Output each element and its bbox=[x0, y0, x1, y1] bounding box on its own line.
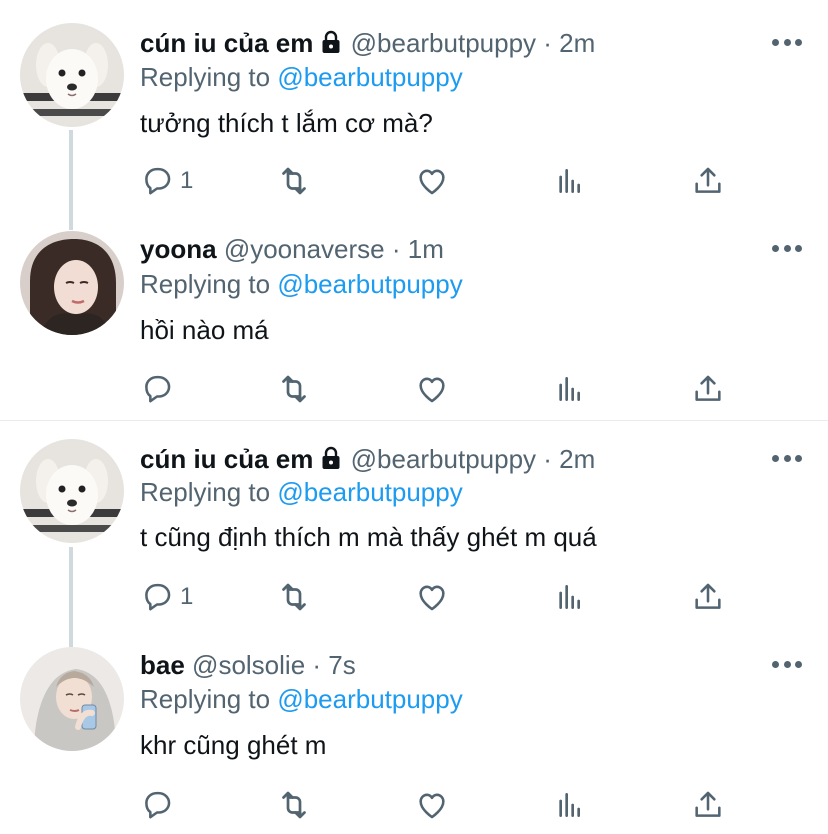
share-icon bbox=[691, 164, 725, 198]
action-bar bbox=[140, 785, 740, 825]
mention-link[interactable]: @bearbutpuppy bbox=[277, 62, 462, 92]
retweet-icon bbox=[276, 163, 312, 199]
mention-link[interactable]: @bearbutpuppy bbox=[277, 684, 462, 714]
share-button[interactable] bbox=[691, 161, 725, 201]
handle-and-time[interactable]: @solsolie · 7s bbox=[192, 650, 356, 680]
puppy-avatar-image bbox=[20, 439, 124, 543]
analytics-button[interactable] bbox=[554, 369, 586, 409]
more-icon[interactable] bbox=[772, 452, 802, 464]
more-icon[interactable] bbox=[772, 36, 802, 48]
reply-icon bbox=[140, 788, 174, 822]
action-bar bbox=[140, 369, 740, 409]
analytics-icon bbox=[554, 580, 586, 614]
reply-count: 1 bbox=[180, 167, 194, 194]
mention-link[interactable]: @bearbutpuppy bbox=[277, 269, 462, 299]
like-button[interactable] bbox=[415, 369, 449, 409]
analytics-button[interactable] bbox=[554, 161, 586, 201]
replying-to: Replying to @bearbutpuppy bbox=[140, 62, 463, 92]
action-bar: 1 bbox=[140, 161, 740, 201]
tweet-text: t cũng định thích m mà thấy ghét m quá bbox=[140, 522, 597, 552]
reply-button[interactable]: 1 bbox=[140, 161, 193, 201]
retweet-button[interactable] bbox=[276, 577, 312, 617]
reply-icon bbox=[140, 580, 174, 614]
retweet-button[interactable] bbox=[276, 785, 312, 825]
like-icon bbox=[415, 164, 449, 198]
replying-to: Replying to @bearbutpuppy bbox=[140, 269, 463, 299]
share-icon bbox=[691, 580, 725, 614]
reply-button[interactable] bbox=[140, 369, 174, 409]
like-icon bbox=[415, 372, 449, 406]
more-icon[interactable] bbox=[772, 658, 802, 670]
avatar[interactable] bbox=[20, 439, 124, 543]
share-icon bbox=[691, 372, 725, 406]
like-button[interactable] bbox=[415, 577, 449, 617]
hoodie-avatar-image bbox=[20, 647, 124, 751]
reply-icon bbox=[140, 372, 174, 406]
replying-label: Replying to bbox=[140, 477, 271, 507]
analytics-button[interactable] bbox=[554, 577, 586, 617]
reply-icon bbox=[140, 164, 174, 198]
handle-and-time[interactable]: @bearbutpuppy · 2m bbox=[351, 28, 596, 58]
more-icon[interactable] bbox=[772, 242, 802, 254]
retweet-button[interactable] bbox=[276, 161, 312, 201]
handle-and-time[interactable]: @bearbutpuppy · 2m bbox=[351, 444, 596, 474]
like-icon bbox=[415, 580, 449, 614]
retweet-icon bbox=[276, 579, 312, 615]
mention-link[interactable]: @bearbutpuppy bbox=[277, 477, 462, 507]
girl-avatar-image bbox=[20, 231, 124, 335]
tweet[interactable]: yoona @yoonaverse · 1m Replying to @bear… bbox=[0, 210, 828, 420]
analytics-icon bbox=[554, 164, 586, 198]
display-name[interactable]: cún iu của em bbox=[140, 444, 313, 474]
share-button[interactable] bbox=[691, 369, 725, 409]
tweet-header: yoona @yoonaverse · 1m bbox=[140, 234, 444, 264]
tweet-header: bae @solsolie · 7s bbox=[140, 650, 356, 680]
tweet-header: cún iu của em @bearbutpuppy · 2m bbox=[140, 28, 595, 60]
lock-icon bbox=[319, 446, 343, 476]
analytics-icon bbox=[554, 372, 586, 406]
display-name[interactable]: cún iu của em bbox=[140, 28, 313, 58]
like-button[interactable] bbox=[415, 161, 449, 201]
analytics-button[interactable] bbox=[554, 785, 586, 825]
like-button[interactable] bbox=[415, 785, 449, 825]
lock-icon bbox=[319, 30, 343, 60]
reply-button[interactable]: 1 bbox=[140, 577, 193, 617]
tweet-text: khr cũng ghét m bbox=[140, 730, 327, 760]
display-name[interactable]: bae bbox=[140, 650, 185, 680]
avatar[interactable] bbox=[20, 231, 124, 335]
reply-count: 1 bbox=[180, 583, 194, 610]
avatar[interactable] bbox=[20, 647, 124, 751]
replying-label: Replying to bbox=[140, 269, 271, 299]
replying-label: Replying to bbox=[140, 684, 271, 714]
share-button[interactable] bbox=[691, 785, 725, 825]
like-icon bbox=[415, 788, 449, 822]
tweet[interactable]: cún iu của em @bearbutpuppy · 2m Replyin… bbox=[0, 0, 828, 230]
reply-button[interactable] bbox=[140, 785, 174, 825]
handle-and-time[interactable]: @yoonaverse · 1m bbox=[224, 234, 444, 264]
analytics-icon bbox=[554, 788, 586, 822]
tweet[interactable]: bae @solsolie · 7s Replying to @bearbutp… bbox=[0, 628, 828, 834]
share-button[interactable] bbox=[691, 577, 725, 617]
retweet-icon bbox=[276, 371, 312, 407]
display-name[interactable]: yoona bbox=[140, 234, 217, 264]
action-bar: 1 bbox=[140, 577, 740, 617]
replying-to: Replying to @bearbutpuppy bbox=[140, 684, 463, 714]
tweet[interactable]: cún iu của em @bearbutpuppy · 2m Replyin… bbox=[0, 421, 828, 647]
replying-to: Replying to @bearbutpuppy bbox=[140, 477, 463, 507]
replying-label: Replying to bbox=[140, 62, 271, 92]
tweet-text: hồi nào má bbox=[140, 315, 269, 345]
share-icon bbox=[691, 788, 725, 822]
tweet-text: tưởng thích t lắm cơ mà? bbox=[140, 108, 433, 138]
retweet-icon bbox=[276, 787, 312, 823]
tweet-header: cún iu của em @bearbutpuppy · 2m bbox=[140, 444, 595, 476]
puppy-avatar-image bbox=[20, 23, 124, 127]
avatar[interactable] bbox=[20, 23, 124, 127]
retweet-button[interactable] bbox=[276, 369, 312, 409]
